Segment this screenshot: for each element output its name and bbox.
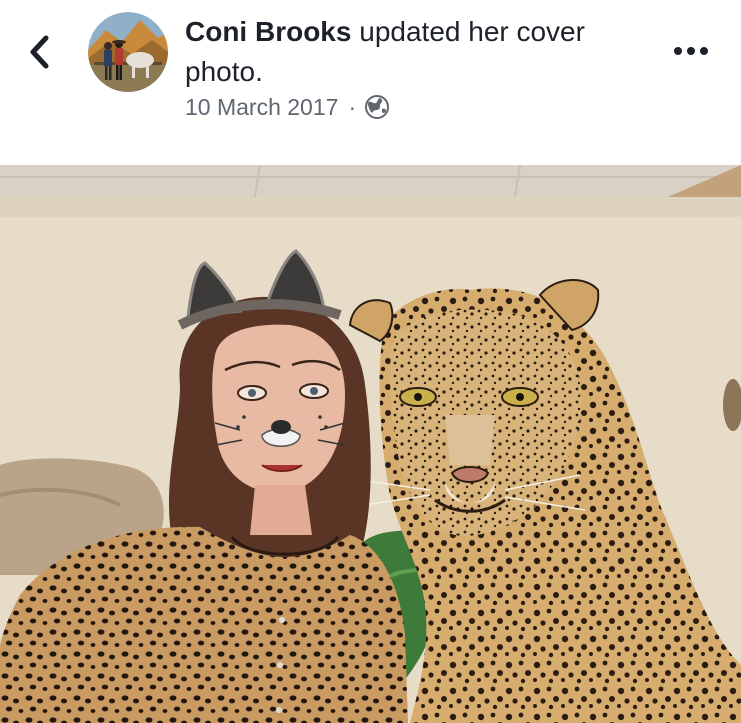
cover-photo-image [0,165,741,723]
avatar-image [88,12,168,92]
more-horizontal-icon [674,47,708,55]
globe-icon[interactable] [364,94,390,120]
chevron-left-icon [30,35,49,69]
post-headline: Coni Brooks updated her cover photo. [185,12,655,92]
post-header: Coni Brooks updated her cover photo. 10 … [0,0,741,165]
author-name-link[interactable]: Coni Brooks [185,16,351,47]
more-options-button[interactable] [669,36,713,66]
meta-separator: · [348,93,357,120]
post-meta: 10 March 2017 · [185,90,390,124]
back-button[interactable] [22,30,58,74]
cover-photo[interactable] [0,165,741,723]
post-date[interactable]: 10 March 2017 [185,94,338,121]
avatar[interactable] [88,12,168,92]
